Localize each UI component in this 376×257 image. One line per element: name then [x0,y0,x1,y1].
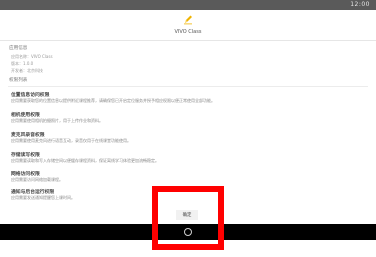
permission-title: 相机使用权限 [11,113,40,118]
permission-title: 位置信息访问权限 [11,93,50,98]
divider [8,86,368,87]
home-circle-icon[interactable] [184,228,192,236]
info-row: 开发者：北京科技 [11,68,43,73]
permission-description: 应用需要访问网络加载课程。 [11,177,63,182]
permission-title: 网络访问权限 [11,172,40,177]
info-row: 应用名称：VIVO Class [11,54,53,59]
permission-title: 存储读写权限 [11,153,40,158]
permission-description: 应用需要读取和写入存储空间以便缓存课程资料，保证离线学习体验更加流畅稳定。 [11,158,159,163]
permission-description: 应用需要使用相机拍摄照片，用于上传作业和资料。 [11,118,103,123]
permissions-section-title: 权限列表 [9,78,28,83]
info-row: 版本：1.0.0 [11,61,34,66]
status-time: 12:00 [350,1,370,8]
confirm-button[interactable]: 确定 [176,210,198,220]
permission-title: 通知与后台运行权限 [11,190,55,195]
status-bar: 12:00 [0,0,376,10]
bottom-area [0,240,376,257]
header-divider [0,40,376,41]
pencil-logo-icon [184,15,192,25]
permission-title: 麦克风录音权限 [11,133,45,138]
permission-description: 应用需要使用麦克风进行语音互动，录音仅用于在线课堂功能使用。 [11,138,131,143]
details-section-title: 应用信息 [9,46,28,51]
app-title: VIVO Class [174,29,202,35]
permission-description: 应用需要发送通知提醒您上课时间。 [11,195,75,200]
permission-description: 应用需要获取您的位置信息以提供附近课程推荐，请确保您已开启定位服务并授予相应权限… [11,98,215,103]
